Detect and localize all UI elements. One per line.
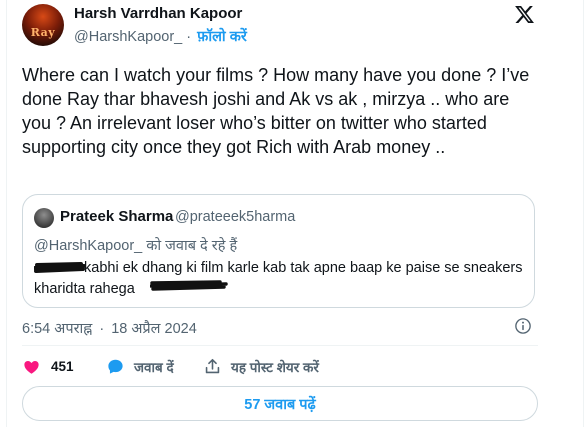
tweet-date: 18 अप्रैल 2024 xyxy=(111,321,197,337)
quoted-text-line-1: kabhi ek dhang ki film karle kab tak apn… xyxy=(84,260,523,276)
share-label: यह पोस्ट शेयर करें xyxy=(231,359,319,375)
share-icon xyxy=(205,358,220,374)
reply-button[interactable]: जवाब दें xyxy=(106,357,174,376)
author-avatar[interactable]: Ray xyxy=(22,4,64,46)
like-button[interactable]: 451 xyxy=(22,357,74,376)
x-logo-icon[interactable] xyxy=(514,4,535,25)
redaction-scribble xyxy=(34,262,86,273)
read-replies-label: 57 जवाब पढ़ें xyxy=(244,396,316,413)
tweet-text: Where can I watch your films ? How many … xyxy=(22,65,530,157)
quoted-author-name: Prateek Sharma xyxy=(60,208,174,225)
author-handle-row: @HarshKapoor_ · फ़ॉलो करें xyxy=(74,26,247,46)
share-button[interactable]: यह पोस्ट शेयर करें xyxy=(203,357,319,376)
author-handle[interactable]: @HarshKapoor_ xyxy=(74,29,182,45)
like-count: 451 xyxy=(51,359,74,374)
quoted-text-line-2: kharidta rahega xyxy=(34,281,135,297)
tweet-timestamp[interactable]: 6:54 अपराह्न · 18 अप्रैल 2024 xyxy=(22,318,197,338)
tweet-time: 6:54 अपराह्न xyxy=(22,321,93,337)
left-border xyxy=(6,0,7,427)
info-icon[interactable] xyxy=(514,317,532,335)
quoted-author-avatar xyxy=(34,208,54,228)
quoted-replying-to: @HarshKapoor_ को जवाब दे रहे हैं xyxy=(34,238,238,254)
quoted-author-handle: @prateeek5harma xyxy=(175,209,296,225)
reply-label: जवाब दें xyxy=(134,359,174,375)
meta-separator: · xyxy=(99,321,105,337)
avatar-logo-text: Ray xyxy=(30,26,56,39)
divider xyxy=(22,345,538,346)
handle-separator: · xyxy=(186,29,192,45)
heart-icon xyxy=(24,360,39,374)
quoted-tweet-card[interactable]: Prateek Sharma @prateeek5harma @HarshKap… xyxy=(22,194,535,308)
author-display-name[interactable]: Harsh Varrdhan Kapoor xyxy=(74,5,242,22)
follow-button[interactable]: फ़ॉलो करें xyxy=(197,29,247,45)
redaction-scribble xyxy=(150,280,228,291)
read-replies-button[interactable]: 57 जवाब पढ़ें xyxy=(22,386,538,421)
reply-bubble-icon xyxy=(108,359,123,374)
